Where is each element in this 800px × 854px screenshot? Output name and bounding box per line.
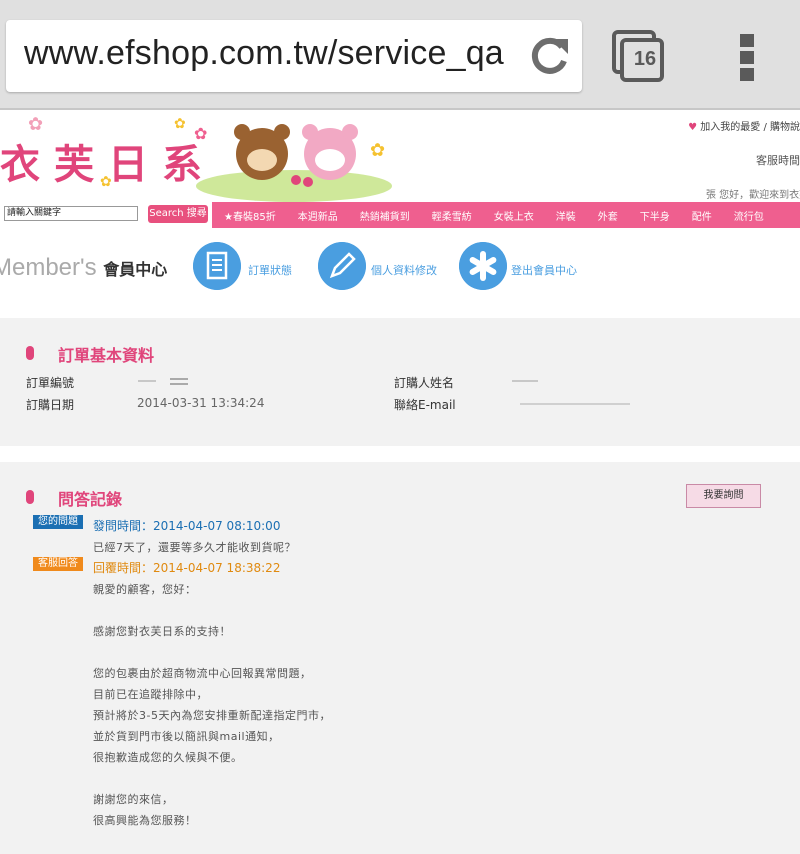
flower-icon: ✿ xyxy=(100,174,112,190)
answer-tag: 客服回答 xyxy=(33,557,83,571)
nav-item[interactable]: 本週新品 xyxy=(286,208,338,223)
answer-line: 很高興能為您服務！ xyxy=(93,814,197,827)
order-status-link[interactable]: 訂單狀態 xyxy=(248,262,292,278)
browser-toolbar: www.efshop.com.tw/service_qa 16 xyxy=(0,0,800,110)
redacted-value xyxy=(512,380,538,382)
redacted-value xyxy=(520,403,630,405)
redacted-value xyxy=(138,380,156,382)
order-no-label: 訂單編號 xyxy=(26,376,75,390)
answer-line: 感謝您對衣芙日系的支持！ xyxy=(93,625,231,638)
section-marker xyxy=(26,346,34,360)
question-tag: 您的問題 xyxy=(33,515,83,529)
nav-item[interactable]: 輕柔雪紡 xyxy=(420,208,472,223)
reload-icon[interactable] xyxy=(526,33,572,79)
member-title-zh: 會員中心 xyxy=(103,260,168,279)
heart-icon: ♥ xyxy=(688,122,698,133)
answer-line: 親愛的顧客，您好： xyxy=(93,583,197,596)
nav-item[interactable]: 外套 xyxy=(586,208,618,223)
service-hours-text: 客服時間 xyxy=(756,154,800,167)
main-nav: ★春裝85折 本週新品 熱銷補貨到 輕柔雪紡 女裝上衣 洋裝 外套 下半身 配件… xyxy=(212,202,800,228)
buyer-name-label: 訂購人姓名 xyxy=(394,376,455,390)
nav-item[interactable]: 女裝上衣 xyxy=(482,208,534,223)
logout-link[interactable]: 登出會員中心 xyxy=(511,262,577,278)
svg-text:✿: ✿ xyxy=(370,140,385,161)
nav-item[interactable]: 洋裝 xyxy=(544,208,576,223)
tab-count: 16 xyxy=(633,48,657,70)
order-section-title: 訂單基本資料 xyxy=(58,346,155,365)
member-center-title: Member's 會員中心 xyxy=(0,254,167,282)
answer-line: 目前已在追蹤排除中， xyxy=(93,688,208,701)
search-button[interactable]: Search 搜尋 xyxy=(148,205,208,223)
url-text[interactable]: www.efshop.com.tw/service_qa xyxy=(24,34,504,73)
flower-icon: ✿ xyxy=(174,116,186,132)
answer-time: 回覆時間：2014-04-07 18:38:22 xyxy=(93,561,281,575)
nav-row: 請輸入關鍵字 Search 搜尋 ★春裝85折 本週新品 熱銷補貨到 輕柔雪紡 … xyxy=(0,202,800,228)
search-input[interactable]: 請輸入關鍵字 xyxy=(4,206,138,221)
top-links[interactable]: ♥ 加入我的最愛 / 購物說 xyxy=(688,118,800,133)
answer-line: 謝謝您的來信， xyxy=(93,793,174,806)
nav-item[interactable]: 流行包 xyxy=(722,208,764,223)
nav-item[interactable]: 配件 xyxy=(680,208,712,223)
asterisk-icon[interactable] xyxy=(459,242,507,290)
flower-icon: ✿ xyxy=(28,114,44,135)
document-icon[interactable] xyxy=(193,242,241,290)
nav-item[interactable]: ★春裝85折 xyxy=(212,208,276,223)
order-date-value: 2014-03-31 13:34:24 xyxy=(137,396,265,410)
redacted-value xyxy=(170,378,188,380)
web-page: 衣芙日系 ✿ ✿ ✿ ✿ ✿ ♥ 加入我的最愛 / 購物說 客服時間 張 您好，… xyxy=(0,112,800,854)
question-text: 已經7天了，還要等多久才能收到貨呢？ xyxy=(93,541,296,554)
welcome-text: 張 您好，歡迎來到衣芙 xyxy=(706,190,800,201)
answer-line: 並於貨到門市後以簡訊與mail通知， xyxy=(93,730,280,743)
question-time: 發問時間：2014-04-07 08:10:00 xyxy=(93,519,281,533)
edit-profile-link[interactable]: 個人資料修改 xyxy=(371,262,437,278)
ask-question-button[interactable]: 我要詢問 xyxy=(686,484,761,508)
pencil-icon[interactable] xyxy=(318,242,366,290)
section-marker xyxy=(26,490,34,504)
answer-line: 很抱歉造成您的久候與不便。 xyxy=(93,751,243,764)
order-date-label: 訂購日期 xyxy=(26,398,75,412)
top-links-text[interactable]: 加入我的最愛 / 購物說 xyxy=(700,122,800,133)
overflow-menu-icon[interactable] xyxy=(738,34,756,82)
nav-item[interactable]: 熱銷補貨到 xyxy=(348,208,410,223)
qa-panel: 問答記錄 我要詢問 您的問題 發問時間：2014-04-07 08:10:00 … xyxy=(0,462,800,854)
mascot-bears-illustration: ✿ xyxy=(196,124,392,202)
address-bar[interactable]: www.efshop.com.tw/service_qa xyxy=(6,20,582,92)
answer-line: 預計將於3-5天內為您安排重新配達指定門市， xyxy=(93,709,331,722)
nav-item[interactable]: 下半身 xyxy=(628,208,670,223)
redacted-value xyxy=(170,383,188,385)
email-label: 聯絡E-mail xyxy=(394,398,456,412)
answer-line: 您的包裹由於超商物流中心回報異常問題， xyxy=(93,667,312,680)
member-title-en: Member's xyxy=(0,254,97,281)
qa-section-title: 問答記錄 xyxy=(58,490,123,509)
order-info-panel: 訂單基本資料 訂單編號 訂購日期 2014-03-31 13:34:24 訂購人… xyxy=(0,318,800,446)
